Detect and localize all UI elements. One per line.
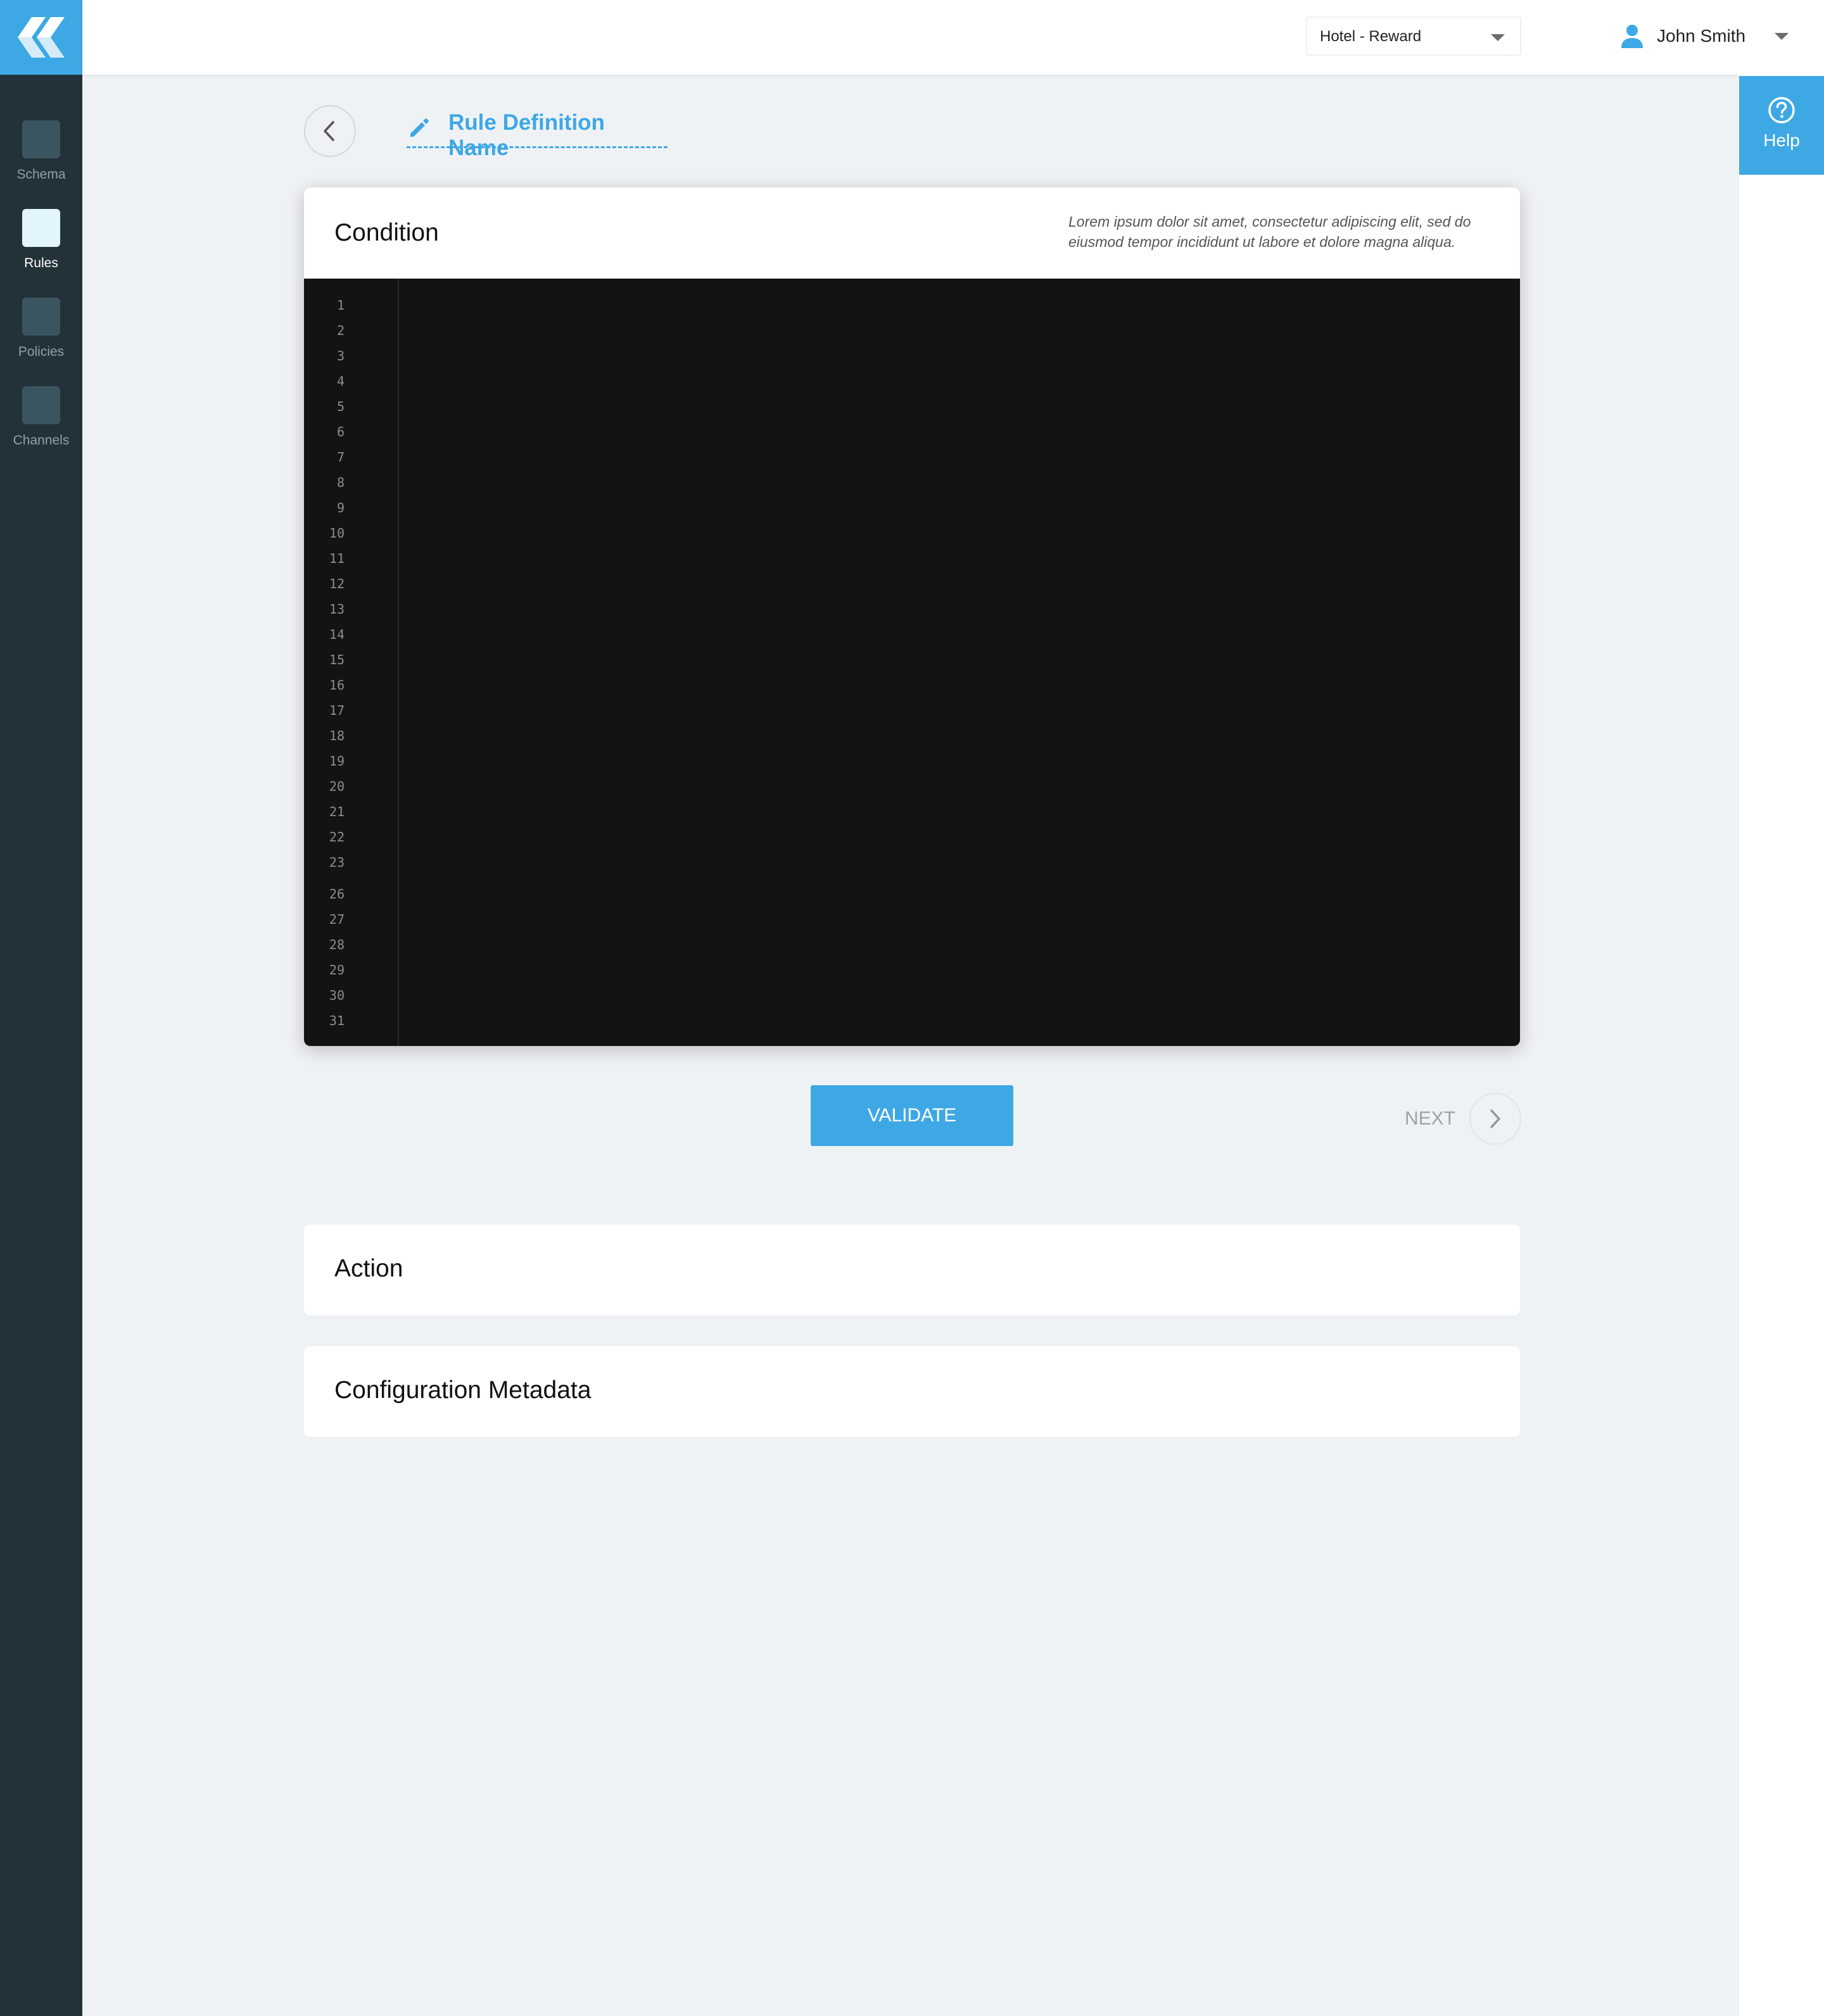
line-number: 12 (329, 576, 345, 591)
line-number: 31 (329, 1013, 345, 1028)
sidebar-item-label: Rules (24, 256, 58, 270)
help-button[interactable]: Help (1739, 76, 1824, 175)
line-number: 1 (336, 298, 345, 313)
channels-icon (22, 386, 60, 424)
line-number: 30 (329, 988, 345, 1003)
rules-icon (22, 209, 60, 247)
help-label: Help (1763, 130, 1800, 150)
line-number: 21 (329, 804, 345, 819)
schema-icon (22, 120, 60, 158)
sidebar-item-policies[interactable]: Policies (0, 298, 82, 360)
rule-name-field[interactable]: Rule Definition Name (407, 108, 668, 160)
line-number: 17 (329, 703, 345, 718)
hotel-select-value: Hotel - Reward (1320, 28, 1422, 45)
next-label: NEXT (1405, 1108, 1456, 1129)
line-number: 13 (329, 602, 345, 617)
k-logo-icon (18, 17, 65, 58)
hotel-select[interactable]: Hotel - Reward (1306, 16, 1521, 56)
help-panel (1739, 75, 1824, 2016)
line-number: 26 (329, 886, 345, 902)
line-number: 8 (336, 475, 345, 490)
line-number: 6 (336, 424, 345, 439)
condition-card: Condition Lorem ipsum dolor sit amet, co… (304, 187, 1520, 1046)
line-number: 16 (329, 677, 345, 693)
line-number: 2 (336, 323, 345, 338)
line-number: 5 (336, 399, 345, 414)
line-number: 10 (329, 526, 345, 541)
validate-button[interactable]: VALIDATE (811, 1085, 1013, 1146)
sidebar-item-rules[interactable]: Rules (0, 209, 82, 271)
line-number: 29 (329, 962, 345, 978)
next-button[interactable]: NEXT (1405, 1093, 1522, 1145)
sidebar-item-label: Channels (13, 433, 70, 448)
metadata-title: Configuration Metadata (334, 1377, 592, 1404)
line-number: 7 (336, 450, 345, 465)
rule-name-text: Rule Definition Name (448, 110, 605, 160)
chevron-left-icon (324, 121, 334, 141)
code-editor[interactable]: 1 2 3 4 5 6 7 8 9 10 11 12 13 14 15 16 17 18 19 20 21 22 23 26 2… (304, 279, 1520, 1046)
action-title: Action (334, 1255, 403, 1282)
logo[interactable] (0, 0, 82, 75)
line-number: 19 (329, 753, 345, 769)
chevron-down-icon (1775, 32, 1789, 40)
next-circle (1469, 1093, 1522, 1145)
action-section[interactable]: Action (304, 1225, 1520, 1316)
sidebar-item-label: Schema (16, 167, 66, 182)
line-number: 23 (329, 855, 345, 870)
user-name: John Smith (1657, 26, 1746, 46)
user-icon (1621, 25, 1643, 48)
line-number: 15 (329, 652, 345, 667)
configuration-metadata-section[interactable]: Configuration Metadata (304, 1346, 1520, 1437)
line-number: 27 (329, 912, 345, 927)
line-number: 20 (329, 779, 345, 794)
sidebar-item-schema[interactable]: Schema (0, 120, 82, 182)
line-number: 11 (329, 551, 345, 566)
top-bar: Hotel - Reward John Smith (82, 0, 1824, 75)
line-number: 22 (329, 829, 345, 845)
chevron-right-icon (1490, 1109, 1500, 1128)
pencil-icon (410, 118, 429, 137)
sidebar-item-channels[interactable]: Channels (0, 386, 82, 448)
condition-title: Condition (334, 219, 439, 246)
line-number: 14 (329, 627, 345, 642)
condition-description: Lorem ipsum dolor sit amet, consectetur … (1068, 213, 1471, 250)
line-number: 9 (336, 500, 345, 515)
line-number: 18 (329, 728, 345, 743)
chevron-down-icon (1491, 34, 1505, 41)
policies-icon (22, 298, 60, 336)
line-number: 4 (336, 374, 345, 389)
back-button[interactable] (304, 105, 356, 157)
line-number: 28 (329, 937, 345, 952)
help-icon (1768, 97, 1795, 123)
line-number: 3 (336, 348, 345, 363)
sidebar-item-label: Policies (18, 344, 65, 359)
user-menu[interactable]: John Smith (1621, 20, 1789, 52)
line-number-gutter: 1 2 3 4 5 6 7 8 9 10 11 12 13 14 15 16 17 18 19 20 21 22 23 26 2… (304, 279, 399, 1046)
sidebar: Schema Rules Policies Channels (0, 0, 82, 2016)
